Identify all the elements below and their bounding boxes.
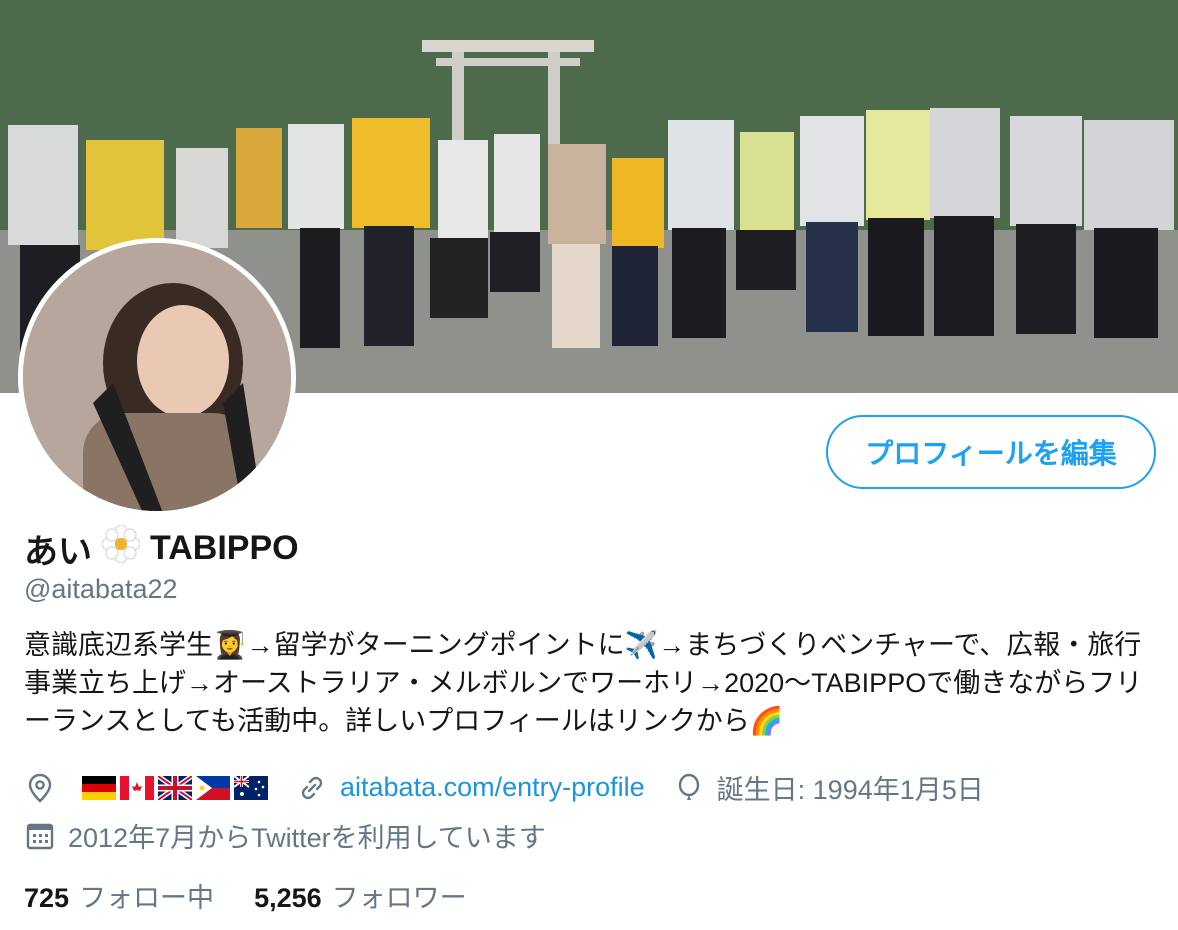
- user-handle: @aitabata22: [24, 574, 178, 604]
- philippines-flag-icon: [196, 775, 230, 800]
- following-count: 725: [24, 883, 70, 913]
- followers-stat[interactable]: 5,256 フォロワー: [254, 876, 467, 915]
- profile-avatar[interactable]: [18, 238, 296, 516]
- joined-date-text: 2012年7月からTwitterを利用しています: [68, 823, 546, 853]
- calendar-icon: [24, 820, 56, 852]
- australia-flag-icon: [234, 775, 268, 800]
- profile-meta-row: aitabata.com/entry-profile 誕生日: 1994年1月5…: [24, 768, 984, 807]
- location-pin-icon: [24, 772, 56, 804]
- joined-row: 2012年7月からTwitterを利用しています: [24, 816, 546, 855]
- followers-label: フォロワー: [331, 883, 467, 913]
- edit-profile-button[interactable]: プロフィールを編集: [826, 415, 1156, 489]
- profile-bio: 意識底辺系学生👩‍🎓→留学がターニングポイントに✈️→まちづくりベンチャーで、広…: [24, 630, 1143, 736]
- followers-count: 5,256: [254, 883, 322, 913]
- display-name: あい TABIPPO: [24, 524, 299, 573]
- following-label: フォロー中: [79, 883, 215, 913]
- torii-top: [422, 40, 594, 52]
- uk-flag-icon: [158, 775, 192, 800]
- following-stat[interactable]: 725 フォロー中: [24, 876, 214, 915]
- name-suffix: TABIPPO: [150, 529, 299, 567]
- germany-flag-icon: [82, 775, 116, 800]
- location-flags: [82, 775, 268, 800]
- profile-website-link[interactable]: aitabata.com/entry-profile: [340, 772, 645, 803]
- name-text: あい: [24, 533, 92, 571]
- link-icon: [296, 772, 328, 804]
- avatar-photo: [23, 243, 291, 511]
- follow-stats: 725 フォロー中 5,256 フォロワー: [24, 876, 467, 915]
- flower-emoji-icon: [101, 524, 141, 572]
- canada-flag-icon: [120, 775, 154, 800]
- balloon-icon: [673, 772, 705, 804]
- birthday-text: 誕生日: 1994年1月5日: [716, 775, 984, 805]
